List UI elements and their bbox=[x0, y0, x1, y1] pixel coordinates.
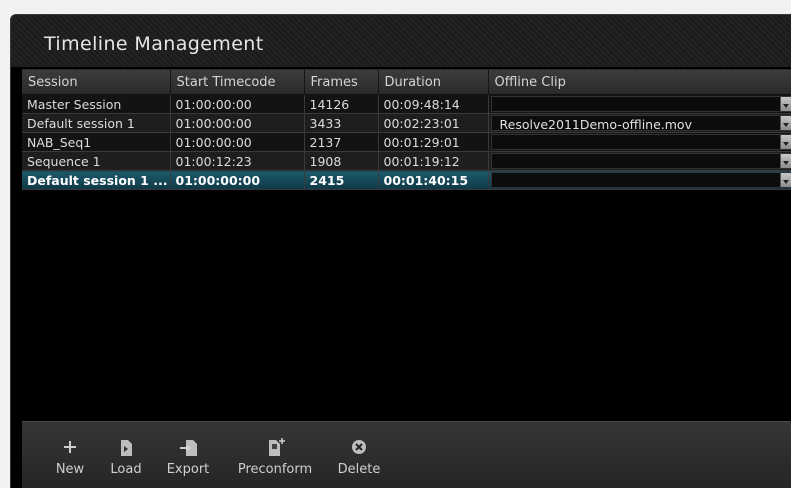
cell-session: NAB_Seq1 bbox=[22, 133, 170, 152]
cell-offline-clip bbox=[488, 133, 791, 152]
chevron-down-icon[interactable] bbox=[780, 173, 791, 187]
cell-duration: 00:02:23:01 bbox=[378, 114, 488, 133]
load-label: Load bbox=[110, 462, 141, 477]
offline-clip-dropdown[interactable] bbox=[491, 134, 791, 150]
cell-offline-clip bbox=[488, 171, 791, 190]
delete-label: Delete bbox=[338, 462, 381, 477]
column-header-frames[interactable]: Frames bbox=[304, 70, 378, 95]
table-row[interactable]: Sequence 1 01:00:12:23 1908 00:01:19:12 bbox=[22, 152, 791, 171]
table-row-selected[interactable]: Default session 1 ... 01:00:00:00 2415 0… bbox=[22, 171, 791, 190]
export-label: Export bbox=[167, 462, 210, 477]
cell-offline-clip: Resolve2011Demo-offline.mov bbox=[488, 114, 791, 133]
cell-session: Sequence 1 bbox=[22, 152, 170, 171]
offline-clip-dropdown[interactable] bbox=[491, 96, 791, 112]
new-button[interactable]: New bbox=[52, 436, 88, 477]
cell-session: Master Session bbox=[22, 95, 170, 114]
panel-title: Timeline Management bbox=[44, 33, 264, 55]
chevron-down-icon[interactable] bbox=[780, 154, 791, 168]
preconform-button[interactable]: Preconform bbox=[229, 436, 321, 477]
cell-start-timecode: 01:00:12:23 bbox=[170, 152, 304, 171]
cell-frames: 3433 bbox=[304, 114, 378, 133]
sessions-table-area: Session Start Timecode Frames Duration O… bbox=[22, 69, 791, 422]
cell-frames: 14126 bbox=[304, 95, 378, 114]
preconform-icon bbox=[229, 436, 321, 460]
cell-session: Default session 1 bbox=[22, 114, 170, 133]
cell-session: Default session 1 ... bbox=[22, 171, 170, 190]
cell-frames: 2137 bbox=[304, 133, 378, 152]
export-button[interactable]: Export bbox=[164, 436, 212, 477]
timeline-management-panel: Timeline Management Session Start Timeco… bbox=[10, 14, 791, 488]
cell-start-timecode: 01:00:00:00 bbox=[170, 171, 304, 190]
preconform-label: Preconform bbox=[238, 462, 312, 477]
cell-offline-clip bbox=[488, 152, 791, 171]
offline-clip-dropdown[interactable]: Resolve2011Demo-offline.mov bbox=[491, 115, 791, 131]
plus-icon bbox=[52, 436, 88, 460]
delete-button[interactable]: Delete bbox=[335, 436, 383, 477]
cell-duration: 00:01:29:01 bbox=[378, 133, 488, 152]
table-header-row: Session Start Timecode Frames Duration O… bbox=[22, 70, 791, 95]
cell-frames: 1908 bbox=[304, 152, 378, 171]
column-header-offline-clip[interactable]: Offline Clip bbox=[488, 70, 791, 95]
offline-clip-dropdown[interactable] bbox=[491, 172, 791, 188]
cell-duration: 00:01:19:12 bbox=[378, 152, 488, 171]
load-button[interactable]: Load bbox=[106, 436, 146, 477]
sessions-table: Session Start Timecode Frames Duration O… bbox=[22, 70, 791, 190]
chevron-down-icon[interactable] bbox=[780, 135, 791, 149]
new-label: New bbox=[56, 462, 84, 477]
table-row[interactable]: Master Session 01:00:00:00 14126 00:09:4… bbox=[22, 95, 791, 114]
bottom-toolbar: New Load Export bbox=[22, 421, 791, 488]
chevron-down-icon[interactable] bbox=[780, 116, 791, 130]
cell-start-timecode: 01:00:00:00 bbox=[170, 114, 304, 133]
close-circle-icon bbox=[335, 436, 383, 460]
offline-clip-dropdown[interactable] bbox=[491, 153, 791, 169]
column-header-start-timecode[interactable]: Start Timecode bbox=[170, 70, 304, 95]
table-row[interactable]: Default session 1 01:00:00:00 3433 00:02… bbox=[22, 114, 791, 133]
cell-duration: 00:01:40:15 bbox=[378, 171, 488, 190]
cell-start-timecode: 01:00:00:00 bbox=[170, 95, 304, 114]
table-row[interactable]: NAB_Seq1 01:00:00:00 2137 00:01:29:01 bbox=[22, 133, 791, 152]
export-icon bbox=[164, 436, 212, 460]
cell-start-timecode: 01:00:00:00 bbox=[170, 133, 304, 152]
offline-clip-value: Resolve2011Demo-offline.mov bbox=[500, 117, 692, 132]
cell-duration: 00:09:48:14 bbox=[378, 95, 488, 114]
cell-frames: 2415 bbox=[304, 171, 378, 190]
column-header-duration[interactable]: Duration bbox=[378, 70, 488, 95]
column-header-session[interactable]: Session bbox=[22, 70, 170, 95]
load-icon bbox=[106, 436, 146, 460]
panel-header: Timeline Management bbox=[11, 15, 791, 67]
chevron-down-icon[interactable] bbox=[780, 97, 791, 111]
cell-offline-clip bbox=[488, 95, 791, 114]
